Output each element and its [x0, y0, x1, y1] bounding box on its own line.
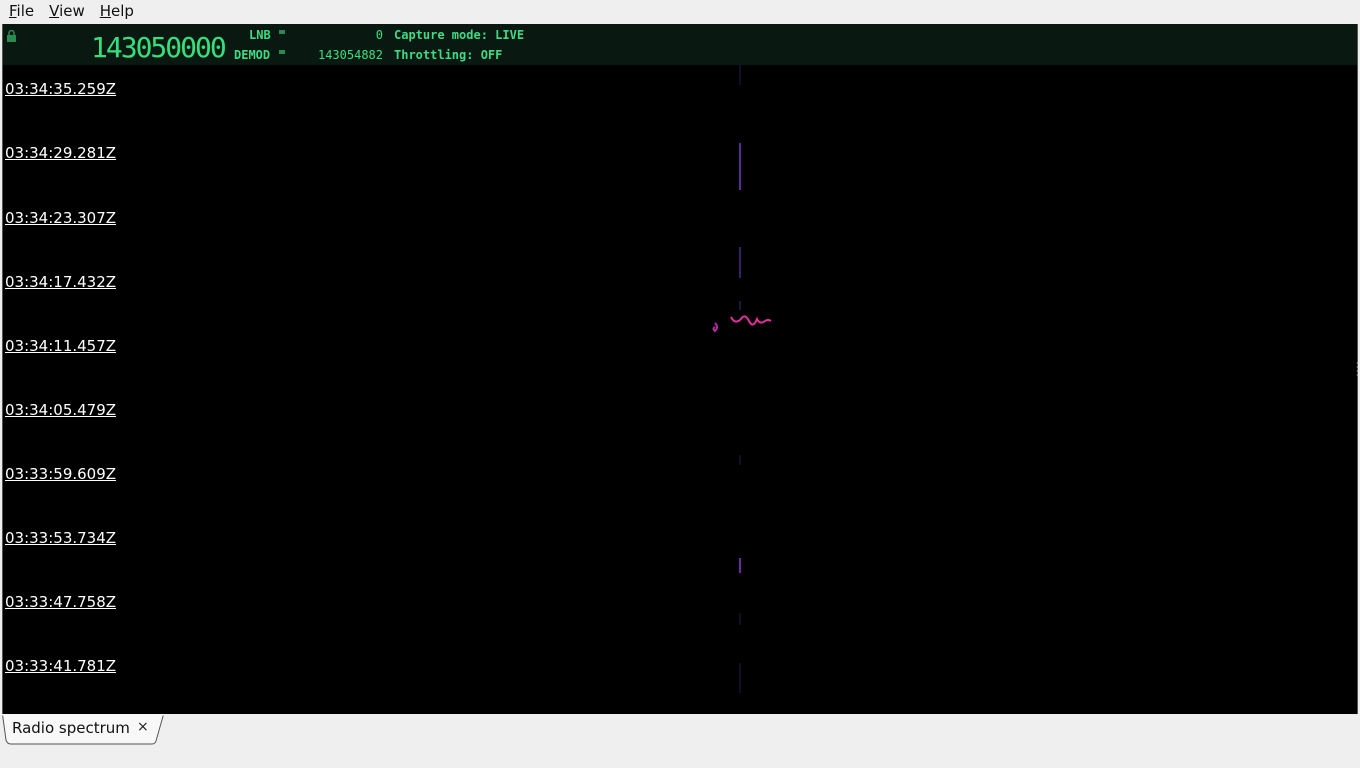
menu-view-mnemonic: V — [49, 2, 60, 20]
demod-value[interactable]: 143054882 — [303, 48, 383, 62]
frequency-header: 143050000 LNB 0 DEMOD 143054882 Capture … — [3, 24, 1357, 65]
lnb-label: LNB — [249, 28, 271, 42]
spectrum-panel: 143050000 LNB 0 DEMOD 143054882 Capture … — [2, 24, 1358, 714]
demod-label: DEMOD — [234, 48, 271, 62]
menu-view-label: iew — [59, 2, 85, 20]
menu-file[interactable]: File — [0, 1, 40, 22]
timestamp-label: 03:34:23.307Z — [5, 209, 117, 227]
timestamp-label: 03:34:35.259Z — [5, 80, 117, 98]
timestamp-label: 03:33:47.758Z — [5, 593, 117, 611]
lock-icon[interactable] — [6, 30, 17, 42]
resize-grip-icon[interactable] — [1356, 360, 1359, 380]
menu-view[interactable]: View — [40, 1, 91, 22]
timestamp-label: 03:33:41.781Z — [5, 657, 117, 675]
timestamp-label: 03:33:53.734Z — [5, 529, 117, 547]
timestamp-label: 03:34:05.479Z — [5, 401, 117, 419]
menu-help[interactable]: Help — [91, 1, 140, 22]
lnb-value[interactable]: 0 — [333, 28, 383, 42]
tab-bar: Radio spectrum × — [0, 714, 1360, 768]
capture-mode-status: Capture mode: LIVE — [394, 28, 525, 42]
close-icon[interactable]: × — [137, 719, 149, 735]
timestamp-label: 03:34:11.457Z — [5, 337, 117, 355]
timestamp-label: 03:34:29.281Z — [5, 144, 117, 162]
menu-file-label: ile — [16, 2, 35, 20]
timestamp-label: 03:33:59.609Z — [5, 465, 117, 483]
throttling-status: Throttling: OFF — [394, 48, 503, 62]
timestamp-label: 03:34:17.432Z — [5, 273, 117, 291]
demod-lock-icon[interactable] — [279, 48, 285, 54]
main-frequency-display[interactable]: 143050000 — [91, 30, 227, 66]
tab-label: Radio spectrum — [12, 719, 130, 737]
waterfall-display[interactable]: 03:34:35.259Z 03:34:29.281Z 03:34:23.307… — [3, 65, 1357, 714]
menu-bar: File View Help — [0, 0, 1360, 23]
menu-help-mnemonic: H — [99, 2, 112, 20]
menu-file-mnemonic: F — [9, 2, 17, 20]
lnb-lock-icon[interactable] — [279, 28, 285, 34]
waterfall-signal-traces — [712, 65, 772, 693]
menu-help-label: elp — [111, 2, 134, 20]
tab-radio-spectrum[interactable]: Radio spectrum × — [2, 714, 164, 745]
